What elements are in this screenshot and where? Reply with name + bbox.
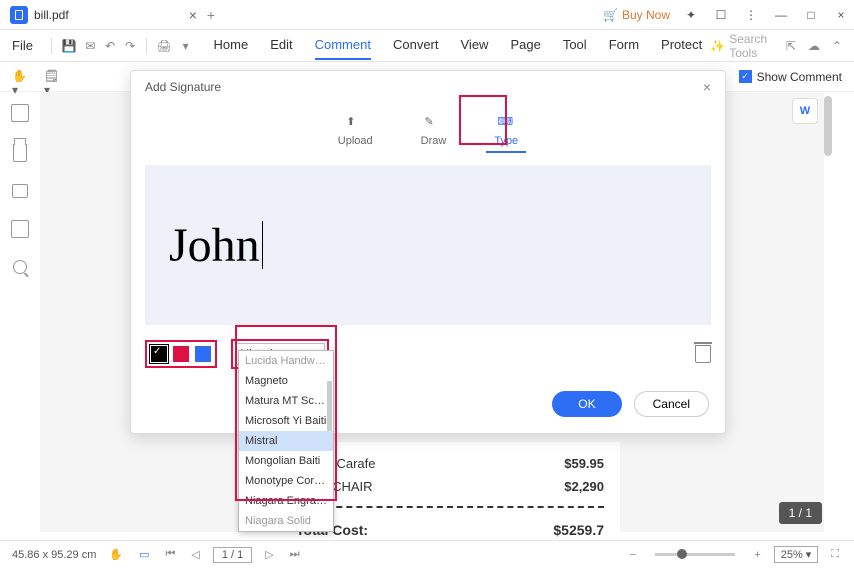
buy-now-label: Buy Now	[622, 8, 670, 22]
search-placeholder: Search Tools	[729, 32, 768, 60]
cloud-icon[interactable]: ☁	[808, 39, 820, 53]
dropdown-scrollbar[interactable]	[327, 381, 332, 431]
type-icon: ⌨	[497, 115, 515, 131]
kebab-icon[interactable]: ⋮	[742, 6, 760, 24]
attachments-icon[interactable]	[11, 220, 29, 238]
search-icon[interactable]	[13, 260, 27, 274]
mode-upload[interactable]: ⬆ Upload	[330, 111, 381, 153]
font-option[interactable]: Niagara Solid	[239, 511, 333, 531]
tab-home[interactable]: Home	[214, 31, 249, 60]
hand-mode-icon[interactable]: ✋	[106, 548, 126, 561]
font-option-selected[interactable]: Mistral	[239, 431, 333, 451]
mode-type[interactable]: ⌨ Type	[486, 111, 526, 153]
show-comment-checkbox[interactable]: ✓	[739, 70, 752, 83]
select-mode-icon[interactable]: ▭	[136, 548, 152, 561]
print-icon[interactable]: 🖨	[157, 37, 172, 55]
comments-icon[interactable]	[12, 184, 28, 198]
tab-edit[interactable]: Edit	[270, 31, 292, 60]
menu-file[interactable]: File	[12, 38, 33, 53]
tab-form[interactable]: Form	[609, 31, 639, 60]
total-value: $5259.7	[553, 522, 604, 538]
mail-icon[interactable]: ✉	[85, 37, 97, 55]
undo-icon[interactable]: ↶	[104, 37, 116, 55]
divider	[296, 506, 604, 508]
mode-draw-label: Draw	[421, 135, 447, 147]
window-close-icon[interactable]: ×	[832, 6, 850, 24]
signature-text: John	[169, 218, 260, 273]
show-comment-label: Show Comment	[757, 70, 842, 84]
upload-icon: ⬆	[346, 115, 364, 131]
prev-page-icon[interactable]: ◁	[188, 548, 202, 561]
zoom-slider[interactable]	[655, 553, 735, 556]
mode-draw[interactable]: ✎ Draw	[413, 111, 455, 153]
buy-now-link[interactable]: 🛒 Buy Now	[603, 8, 670, 22]
tab-page[interactable]: Page	[510, 31, 540, 60]
first-page-icon[interactable]: ⏮	[163, 548, 179, 561]
gift-icon[interactable]: ✦	[682, 6, 700, 24]
tab-close-icon[interactable]: ×	[189, 7, 197, 23]
font-option[interactable]: Mongolian Baiti	[239, 451, 333, 471]
draw-icon: ✎	[424, 115, 442, 131]
page-number-input[interactable]: 1 / 1	[213, 547, 252, 563]
font-option[interactable]: Niagara Engraved	[239, 491, 333, 511]
dialog-close-icon[interactable]: ×	[703, 79, 711, 95]
window-maximize-icon[interactable]: □	[802, 6, 820, 24]
color-blue-swatch[interactable]	[195, 346, 211, 362]
tab-comment[interactable]: Comment	[315, 31, 371, 60]
font-option[interactable]: Magneto	[239, 371, 333, 391]
color-swatch-group	[145, 340, 217, 368]
font-option[interactable]: Lucida Handwrit…	[239, 351, 333, 371]
separator	[146, 38, 147, 54]
word-export-icon[interactable]: W	[792, 98, 818, 124]
fit-page-icon[interactable]: ⛶	[828, 548, 842, 561]
font-dropdown-list: Lucida Handwrit… Magneto Matura MT Scrip…	[238, 350, 334, 532]
signature-canvas[interactable]: John	[145, 165, 711, 325]
tab-tool[interactable]: Tool	[563, 31, 587, 60]
font-option[interactable]: Microsoft Yi Baiti	[239, 411, 333, 431]
color-red-swatch[interactable]	[173, 346, 189, 362]
tab-add-icon[interactable]: +	[207, 7, 215, 23]
zoom-in-icon[interactable]: +	[751, 549, 763, 561]
thumbnails-icon[interactable]	[11, 104, 29, 122]
ok-button[interactable]: OK	[552, 391, 621, 417]
item-price: $59.95	[564, 456, 604, 471]
search-tools-input[interactable]: ✨ Search Tools	[710, 32, 768, 60]
cancel-button[interactable]: Cancel	[634, 391, 709, 417]
text-cursor	[262, 221, 264, 269]
page-indicator-badge: 1 / 1	[779, 502, 822, 524]
mode-type-label: Type	[494, 135, 518, 147]
vertical-scrollbar[interactable]	[824, 96, 832, 156]
collapse-icon[interactable]: ⌃	[832, 39, 842, 53]
bookmarks-icon[interactable]	[13, 144, 27, 162]
share-icon[interactable]: ⇱	[786, 39, 796, 53]
tab-filename: bill.pdf	[34, 8, 69, 22]
app-icon	[10, 6, 28, 24]
separator	[51, 38, 52, 54]
window-minimize-icon[interactable]: —	[772, 6, 790, 24]
note-tool-icon[interactable]: 🗒▾	[44, 69, 62, 85]
next-page-icon[interactable]: ▷	[262, 548, 276, 561]
font-option[interactable]: Matura MT Scrip…	[239, 391, 333, 411]
color-black-swatch[interactable]	[151, 346, 167, 362]
save-icon[interactable]: 💾	[62, 37, 77, 55]
redo-icon[interactable]: ↷	[124, 37, 136, 55]
item-price: $2,290	[564, 479, 604, 494]
tab-protect[interactable]: Protect	[661, 31, 702, 60]
zoom-out-icon[interactable]: −	[627, 549, 639, 561]
tab-convert[interactable]: Convert	[393, 31, 439, 60]
zoom-thumb[interactable]	[677, 549, 687, 559]
trash-icon[interactable]	[695, 345, 711, 363]
add-signature-dialog: Add Signature × ⬆ Upload ✎ Draw ⌨ Type J…	[130, 70, 726, 434]
notification-icon[interactable]: ☐	[712, 6, 730, 24]
font-option[interactable]: Monotype Corsiva	[239, 471, 333, 491]
dialog-title: Add Signature	[145, 80, 221, 94]
status-dimensions: 45.86 x 95.29 cm	[12, 549, 96, 561]
qat-chevron-icon[interactable]: ▾	[180, 37, 192, 55]
last-page-icon[interactable]: ⏭	[287, 548, 303, 561]
mode-upload-label: Upload	[338, 135, 373, 147]
tab-view[interactable]: View	[461, 31, 489, 60]
zoom-value-select[interactable]: 25% ▾	[774, 546, 819, 563]
hand-tool-icon[interactable]: ✋▾	[12, 69, 30, 85]
